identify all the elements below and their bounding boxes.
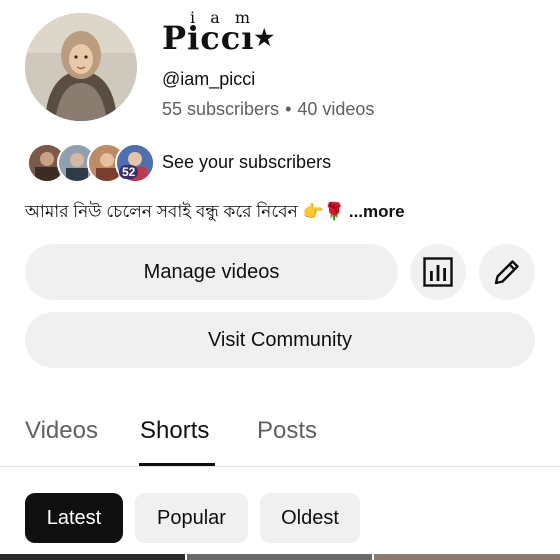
more-link[interactable]: ...more xyxy=(349,202,405,221)
tab-posts[interactable]: Posts xyxy=(257,417,317,445)
channel-name: Piccı★ xyxy=(162,20,275,56)
manage-videos-button[interactable]: Manage videos xyxy=(25,244,398,300)
tab-videos[interactable]: Videos xyxy=(25,417,98,445)
chip-oldest[interactable]: Oldest xyxy=(260,493,360,543)
chip-latest[interactable]: Latest xyxy=(25,493,123,543)
channel-handle: @iam_picci xyxy=(162,69,256,89)
channel-stats: 55 subscribers • 40 videos xyxy=(162,98,374,120)
channel-description[interactable]: আমার নিউ চেলেন সবাই বন্ধু করে নিবেন 👉🌹..… xyxy=(25,201,405,223)
description-text: আমার নিউ চেলেন সবাই বন্ধু করে নিবেন 👉🌹 xyxy=(25,202,345,221)
tab-shorts[interactable]: Shorts xyxy=(140,417,209,445)
short-thumbnail[interactable] xyxy=(187,554,372,560)
see-subscribers-link[interactable]: See your subscribers xyxy=(162,151,331,173)
stats-separator: • xyxy=(285,99,292,119)
tabs-divider xyxy=(0,466,560,467)
star-icon: ★ xyxy=(254,25,276,51)
visit-community-button[interactable]: Visit Community xyxy=(25,312,535,368)
subscriber-count-badge: 52 xyxy=(119,165,139,179)
short-thumbnail[interactable] xyxy=(374,554,560,560)
subscriber-count: 55 subscribers xyxy=(162,99,280,119)
subscriber-avatars[interactable]: 52 xyxy=(27,143,155,183)
edit-channel-button[interactable] xyxy=(479,244,535,300)
chip-popular[interactable]: Popular xyxy=(135,493,248,543)
profile-photo xyxy=(25,13,137,121)
channel-name-main: Piccı xyxy=(162,19,255,57)
analytics-button[interactable] xyxy=(410,244,466,300)
bar-chart-icon xyxy=(423,257,453,287)
pencil-icon xyxy=(494,260,519,285)
video-count: 40 videos xyxy=(297,99,375,119)
channel-avatar[interactable] xyxy=(25,13,137,121)
short-thumbnail[interactable] xyxy=(0,554,185,560)
